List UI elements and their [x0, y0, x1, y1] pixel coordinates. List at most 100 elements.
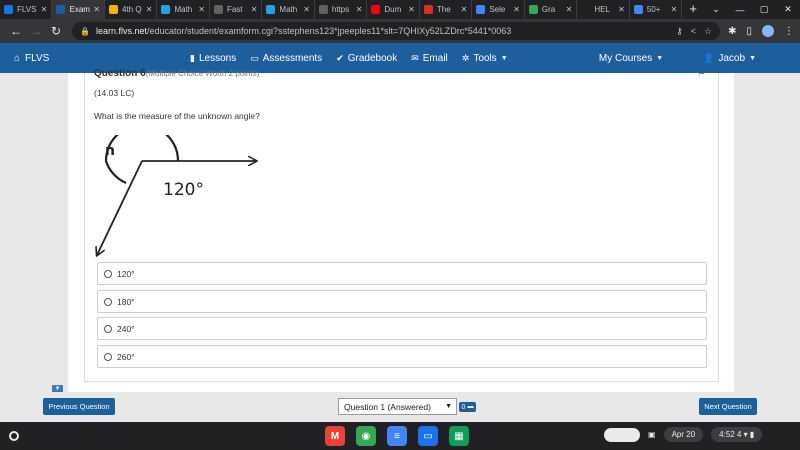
url-omnibox[interactable]: 🔒 learn.flvs.net/educator/student/examfo… [72, 22, 721, 40]
browser-tab[interactable]: Fast ✕ [210, 0, 263, 19]
tab-label: The [436, 5, 451, 14]
browser-tab[interactable]: 4th Q ✕ [105, 0, 158, 19]
new-tab-button[interactable]: + [682, 0, 704, 19]
badge-count: 0 [461, 403, 466, 411]
browser-tab[interactable]: 50+ ✕ [630, 0, 683, 19]
files-app[interactable]: ▭ [418, 426, 438, 446]
radio-button[interactable] [104, 324, 112, 333]
question-title: Question 6 [94, 68, 146, 79]
browser-tab[interactable]: Exam ✕ [52, 0, 105, 19]
nav-lessons[interactable]: ▮ Lessons [190, 53, 236, 64]
close-tab-icon[interactable]: ✕ [41, 5, 48, 14]
nav-gradebook[interactable]: ✔ Gradebook [336, 53, 397, 64]
date-indicator[interactable]: Apr 20 [663, 427, 704, 442]
question-prompt: What is the measure of the unknown angle… [94, 111, 260, 121]
choice-label: 260° [117, 351, 135, 362]
book-icon: ▮ [190, 52, 195, 63]
close-tab-icon[interactable]: ✕ [408, 5, 415, 14]
close-tab-icon[interactable]: ✕ [198, 5, 205, 14]
system-tray-button[interactable]: 4:52 4 ▾ ▮ [711, 427, 763, 442]
close-tab-icon[interactable]: ✕ [251, 5, 258, 14]
close-window-icon[interactable]: ✕ [776, 4, 800, 15]
radio-button[interactable] [104, 297, 112, 306]
question-points: (Multiple Choice Worth 2 points) [145, 69, 260, 78]
menu-kebab-icon[interactable]: ⋮ [784, 26, 794, 37]
close-tab-icon[interactable]: ✕ [146, 5, 153, 14]
choice-label: 180° [117, 296, 135, 307]
screen-capture-icon[interactable]: ▣ [648, 430, 656, 439]
sheets-app[interactable]: ▦ [449, 426, 469, 446]
question-code: (14.03 LC) [94, 88, 135, 98]
brand-link[interactable]: ⌂ FLVS [0, 53, 190, 64]
nav-email[interactable]: ✉ Email [411, 53, 448, 64]
globe-icon [528, 5, 538, 14]
docs-app[interactable]: ≡ [387, 426, 407, 446]
radio-button[interactable] [104, 269, 112, 278]
browser-tab-strip: FLVS ✕ Exam ✕ 4th Q ✕ Math ✕ Fast ✕ Math ✕ https ✕ Dum… [0, 0, 800, 19]
close-tab-icon[interactable]: ✕ [513, 5, 520, 14]
lock-icon[interactable]: 🔒 [80, 27, 90, 36]
tab-label: Exam [69, 5, 90, 14]
nav-tools[interactable]: ✲ Tools ▼ [462, 53, 508, 64]
extensions-icon[interactable]: ✱ [728, 26, 736, 37]
browser-tab[interactable]: FLVS ✕ [0, 0, 53, 19]
profile-avatar[interactable] [762, 25, 774, 37]
chrome-app[interactable]: ◉ [356, 426, 376, 446]
chevron-down-icon: ▼ [500, 54, 508, 62]
choice-option-4[interactable]: 260° [97, 345, 707, 368]
back-icon[interactable]: ← [6, 24, 26, 38]
forward-icon[interactable]: → [26, 24, 46, 38]
browser-tab[interactable]: Math ✕ [262, 0, 315, 19]
user-icon: 👤 [703, 52, 715, 63]
close-tab-icon[interactable]: ✕ [671, 5, 678, 14]
minimize-icon[interactable]: — [728, 5, 752, 15]
flag-icon[interactable]: ⚑ [697, 68, 705, 79]
gmail-app[interactable]: M [325, 426, 345, 446]
maximize-icon[interactable]: ▢ [752, 4, 776, 15]
choice-option-2[interactable]: 180° [97, 290, 707, 313]
angle-120-label: 120° [163, 180, 204, 200]
nav-assessments[interactable]: ▭ Assessments [250, 53, 322, 64]
flag-small-icon: ▬ [467, 404, 474, 410]
previous-question-button[interactable]: Previous Question [43, 398, 115, 415]
browser-tab[interactable]: Math ✕ [157, 0, 210, 19]
tab-label: Fast [226, 5, 243, 14]
bookmark-star-icon[interactable]: ☆ [704, 26, 712, 37]
nav-my-courses[interactable]: My Courses ▼ [599, 53, 663, 64]
key-icon[interactable]: ⚷ [676, 26, 683, 37]
browser-tab[interactable]: HEL ✕ [577, 0, 630, 19]
tab-label: Gra [541, 5, 556, 14]
browser-tab[interactable]: The ✕ [420, 0, 473, 19]
angle-n-label: n [105, 143, 115, 159]
browser-tab[interactable]: https ✕ [315, 0, 368, 19]
close-tab-icon[interactable]: ✕ [93, 5, 100, 14]
reload-icon[interactable]: ↻ [46, 24, 66, 38]
tab-search-icon[interactable]: ⌄ [704, 4, 728, 15]
share-icon[interactable]: < [691, 26, 696, 37]
choice-option-1[interactable]: 120° [97, 262, 707, 285]
close-tab-icon[interactable]: ✕ [566, 5, 573, 14]
browser-tab[interactable]: Sele ✕ [472, 0, 525, 19]
radio-button[interactable] [104, 352, 112, 361]
close-tab-icon[interactable]: ✕ [303, 5, 310, 14]
close-tab-icon[interactable]: ✕ [356, 5, 363, 14]
next-question-button[interactable]: Next Question [699, 398, 757, 415]
browser-tab[interactable]: Dum ✕ [367, 0, 420, 19]
shelf-apps: M ◉ ≡ ▭ ▦ [325, 426, 469, 446]
launcher-icon[interactable] [9, 431, 19, 441]
nav-my-courses-label: My Courses [598, 52, 653, 64]
choice-option-3[interactable]: 240° [97, 317, 707, 340]
close-tab-icon[interactable]: ✕ [618, 5, 625, 14]
slides-icon [108, 5, 118, 14]
browser-tab[interactable]: Gra ✕ [525, 0, 578, 19]
close-tab-icon[interactable]: ✕ [461, 5, 468, 14]
question-select[interactable]: Question 1 (Answered) ▼ [338, 398, 457, 415]
tote-pill[interactable] [604, 427, 640, 442]
nav-user-menu[interactable]: 👤 Jacob ▼ [703, 53, 756, 64]
question-heading: Question 6(Multiple Choice Worth 2 point… [94, 68, 259, 79]
answered-count-badge[interactable]: 0 ▬ [459, 402, 476, 412]
window-controls: ⌄ — ▢ ✕ [704, 0, 800, 19]
sidepanel-icon[interactable]: ▯ [746, 26, 752, 37]
ray-diagonal [97, 160, 143, 255]
choice-label: 240° [117, 323, 135, 334]
